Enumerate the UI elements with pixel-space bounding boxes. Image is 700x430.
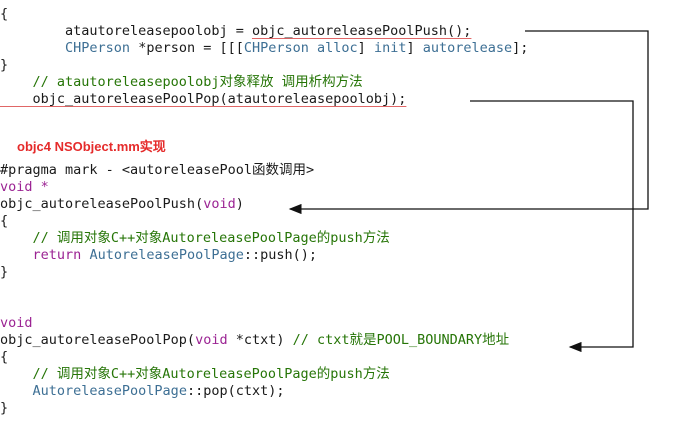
connector-arrows <box>288 30 649 353</box>
push-connector-arrow <box>288 30 649 215</box>
pop-connector-arrow <box>470 100 634 353</box>
